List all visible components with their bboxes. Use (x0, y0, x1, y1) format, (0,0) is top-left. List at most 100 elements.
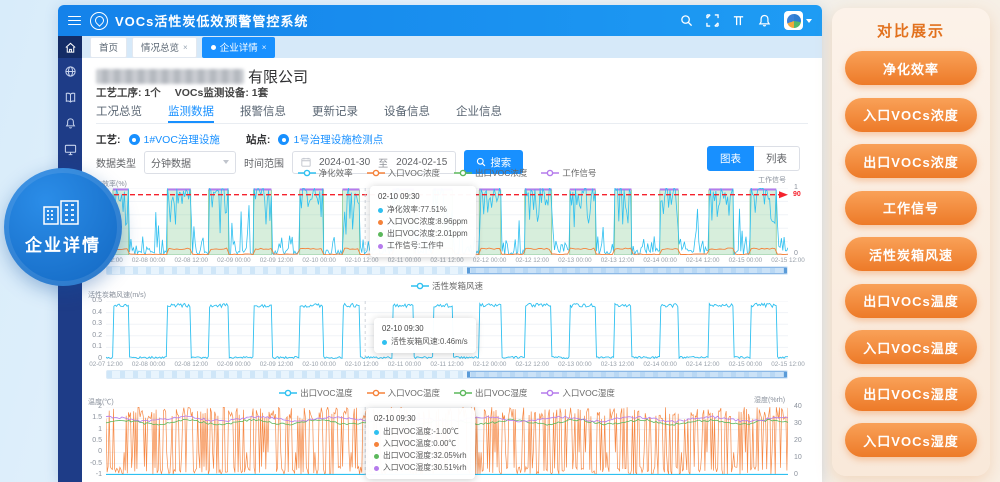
compare-button-6[interactable]: 入口VOCs温度 (845, 330, 977, 364)
right-tick-label: 10 (794, 454, 802, 461)
close-icon[interactable]: × (183, 43, 188, 52)
breadcrumb-tab-2[interactable]: 企业详情× (202, 37, 276, 58)
tab-2[interactable]: 报警信息 (240, 103, 286, 123)
datazoom-window[interactable] (467, 371, 787, 378)
legend-item-工作信号[interactable]: 工作信号 (541, 167, 596, 179)
sidebar-item-bell[interactable] (58, 110, 82, 136)
breadcrumb-tab-0[interactable]: 首页 (90, 37, 127, 58)
date-start-value[interactable]: 2024-01-30 (319, 157, 370, 168)
site-radio-option[interactable]: 1号治理设施检测点 (278, 132, 383, 147)
tooltip-item: 出口VOC浓度:2.01ppm (378, 228, 468, 240)
legend-item-入口VOC浓度[interactable]: 入口VOC浓度 (367, 167, 440, 179)
y-tick-label: 0.5 (82, 297, 102, 304)
text-size-icon[interactable] (732, 14, 745, 27)
legend-item-出口VOC浓度[interactable]: 出口VOC浓度 (454, 167, 527, 179)
series-dot-icon (374, 430, 379, 435)
x-tick-label: 02-13 12:00 (597, 257, 639, 264)
compare-button-4[interactable]: 活性炭箱风速 (845, 237, 977, 271)
tooltip-item: 出口VOC温度:-1.00℃ (374, 426, 467, 438)
date-end-value[interactable]: 2024-02-15 (396, 157, 447, 168)
notification-icon[interactable] (758, 14, 771, 27)
legend-label: 入口VOC浓度 (388, 167, 440, 179)
sidebar-item-globe[interactable] (58, 58, 82, 84)
tooltip-item: 工作信号:工作中 (378, 240, 468, 252)
legend-item-出口VOC湿度[interactable]: 出口VOC湿度 (454, 387, 527, 399)
x-tick-label: 02-10 00:00 (298, 257, 340, 264)
close-icon[interactable]: × (262, 43, 267, 52)
compare-button-8[interactable]: 入口VOCs湿度 (845, 423, 977, 457)
legend-item-净化效率[interactable]: 净化效率 (298, 167, 353, 179)
compare-button-3[interactable]: 工作信号 (845, 191, 977, 225)
tab-0[interactable]: 工况总览 (96, 103, 142, 123)
datazoom-window[interactable] (467, 267, 787, 274)
tab-1[interactable]: 监测数据 (168, 103, 214, 123)
compare-button-0[interactable]: 净化效率 (845, 51, 977, 85)
comparison-buttons: 净化效率入口VOCs浓度出口VOCs浓度工作信号活性炭箱风速出口VOCs温度入口… (845, 51, 977, 457)
x-tick-label: 02-08 12:00 (170, 257, 212, 264)
legend-item-入口VOC湿度[interactable]: 入口VOC湿度 (541, 387, 614, 399)
chart1-datazoom[interactable] (106, 266, 788, 275)
x-tick-label: 02-14 12:00 (682, 361, 724, 368)
x-tick-label: 02-11 12:00 (426, 361, 468, 368)
datazoom-handle-left[interactable] (467, 268, 470, 273)
x-tick-label: 02-12 00:00 (469, 361, 511, 368)
radio-checked-icon[interactable] (278, 134, 289, 145)
legend-item-出口VOC温度[interactable]: 出口VOC温度 (279, 387, 352, 399)
legend-item-入口VOC温度[interactable]: 入口VOC温度 (367, 387, 440, 399)
process-radio-option[interactable]: 1#VOC治理设施 (129, 132, 220, 147)
site-option-label[interactable]: 1号治理设施检测点 (293, 132, 383, 147)
right-tick-0: 0 (794, 250, 798, 257)
x-tick-label: 02-12 00:00 (469, 257, 511, 264)
process-option-label[interactable]: 1#VOC治理设施 (144, 132, 220, 147)
chart2-datazoom[interactable] (106, 370, 788, 379)
datazoom-handle-right[interactable] (784, 372, 787, 377)
site-label: 站点: (246, 132, 271, 147)
datazoom-handle-right[interactable] (784, 268, 787, 273)
legend-item-活性炭箱风速[interactable]: 活性炭箱风速 (411, 280, 483, 292)
tooltip-time: 02-10 09:30 (374, 413, 467, 425)
y-tick-label: 0.5 (82, 437, 102, 444)
radio-checked-icon[interactable] (129, 134, 140, 145)
chart0-legend: 净化效率 入口VOC浓度 出口VOC浓度 工作信号 (106, 167, 788, 179)
tab-4[interactable]: 设备信息 (384, 103, 430, 123)
tooltip-item-text: 出口VOC浓度:2.01ppm (387, 228, 468, 240)
globe-icon (64, 65, 77, 78)
legend-label: 工作信号 (562, 167, 596, 179)
legend-label: 出口VOC温度 (300, 387, 352, 399)
menu-icon[interactable] (68, 16, 81, 26)
enterprise-detail-badge[interactable]: 企业详情 (4, 168, 122, 286)
tooltip-item-text: 净化效率:77.51% (387, 204, 447, 216)
sidebar-item-home[interactable] (58, 36, 82, 58)
tooltip-item-text: 入口VOC温度:0.00℃ (383, 438, 456, 450)
sidebar-item-book[interactable] (58, 84, 82, 110)
legend-label: 出口VOC浓度 (475, 167, 527, 179)
x-tick-label: 02-10 00:00 (298, 361, 340, 368)
y-tick-label: 0 (82, 448, 102, 455)
company-meta-device: VOCs监测设备: 1套 (175, 85, 268, 100)
fullscreen-icon[interactable] (706, 14, 719, 27)
tab-5[interactable]: 企业信息 (456, 103, 502, 123)
chart2-tooltip: 02-10 09:30出口VOC温度:-1.00℃入口VOC温度:0.00℃出口… (366, 408, 475, 479)
x-tick-label: 02-15 00:00 (724, 361, 766, 368)
right-tick-label: 30 (794, 420, 802, 427)
x-tick-label: 02-13 00:00 (554, 361, 596, 368)
x-tick-label: 02-14 00:00 (639, 257, 681, 264)
enterprise-badge-label: 企业详情 (25, 231, 101, 256)
compare-button-5[interactable]: 出口VOCs温度 (845, 284, 977, 318)
x-tick-label: 02-14 12:00 (682, 257, 724, 264)
user-menu[interactable] (784, 11, 812, 30)
sidebar-item-monitor[interactable] (58, 136, 82, 162)
tooltip-item-text: 工作信号:工作中 (387, 240, 444, 252)
compare-button-2[interactable]: 出口VOCs浓度 (845, 144, 977, 178)
legend-label: 入口VOC湿度 (562, 387, 614, 399)
search-icon[interactable] (680, 14, 693, 27)
right-tick-label: 0 (794, 471, 798, 478)
series-dot-icon (378, 244, 383, 249)
tab-3[interactable]: 更新记录 (312, 103, 358, 123)
compare-button-1[interactable]: 入口VOCs浓度 (845, 98, 977, 132)
compare-button-7[interactable]: 出口VOCs湿度 (845, 377, 977, 411)
avatar[interactable] (784, 11, 803, 30)
breadcrumb-tab-1[interactable]: 情况总览× (132, 37, 197, 58)
datazoom-handle-left[interactable] (467, 372, 470, 377)
bell-icon (64, 117, 77, 130)
